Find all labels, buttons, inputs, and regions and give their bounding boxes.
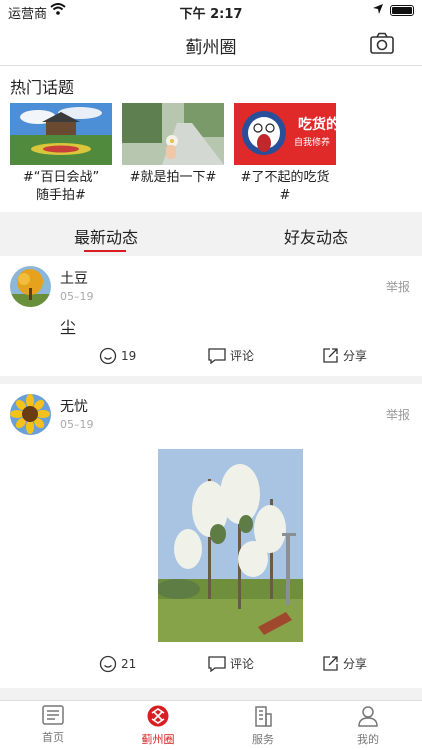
circle-logo-icon	[147, 705, 169, 727]
avatar[interactable]	[10, 266, 51, 307]
like-button[interactable]: 19	[99, 347, 136, 365]
post-date: 05–19	[60, 290, 94, 303]
tab-mine-label: 我的	[357, 733, 379, 746]
camera-icon[interactable]	[370, 32, 394, 54]
post-text: 尘	[60, 318, 77, 337]
status-bar: 运营商 下午 2:17	[0, 0, 422, 22]
location-arrow-icon	[373, 4, 383, 14]
like-count: 21	[121, 657, 137, 671]
comment-icon	[208, 655, 226, 672]
author-name[interactable]: 土豆	[60, 268, 88, 288]
topic-caption-2-line1: #就是拍一下#	[129, 170, 217, 185]
battery-icon	[390, 5, 414, 16]
like-button[interactable]: 21	[99, 655, 136, 673]
post-actions: 21 评论 分享	[0, 655, 422, 675]
report-button[interactable]: 举报	[386, 406, 410, 423]
comment-button[interactable]: 评论	[208, 655, 254, 672]
active-tab-indicator	[84, 250, 126, 252]
comment-label: 评论	[230, 349, 255, 363]
topic-caption-1-line1: #“百日会战”	[22, 170, 100, 185]
post-card-2: 无忧 05–19 举报 21 评论 分享	[0, 384, 422, 688]
tab-circle[interactable]: 蓟州圈	[128, 705, 188, 747]
share-icon	[323, 656, 338, 671]
tab-friends[interactable]: 好友动态	[284, 224, 348, 248]
topic-caption-3-line1: #了不起的吃货 #	[240, 170, 330, 203]
report-button[interactable]: 举报	[386, 278, 410, 295]
bottom-tab-bar: 首页 蓟州圈 服务 我的	[0, 700, 422, 750]
smile-icon	[99, 655, 117, 673]
share-icon	[323, 348, 338, 363]
page-title: 蓟州圈	[185, 38, 237, 58]
tab-service[interactable]: 服务	[233, 705, 293, 747]
clock: 下午 2:17	[179, 7, 243, 22]
comment-button[interactable]: 评论	[208, 347, 254, 364]
nav-bar: 蓟州圈	[0, 22, 422, 66]
user-icon	[358, 706, 378, 727]
tab-mine[interactable]: 我的	[338, 705, 398, 747]
tab-latest[interactable]: 最新动态	[74, 224, 138, 248]
like-count: 19	[121, 349, 137, 363]
hot-topics-section: 热门话题 #“百日会战” 随手拍# #就是拍一下# 吃货的 自我修养 #了不起的…	[0, 66, 422, 212]
tab-circle-label: 蓟州圈	[141, 733, 175, 746]
poster-text-2: 自我修养	[294, 136, 330, 148]
share-button[interactable]: 分享	[322, 655, 367, 672]
post-card-1: 土豆 05–19 举报 尘 19 评论 分享	[0, 256, 422, 376]
comment-icon	[208, 347, 226, 364]
share-button[interactable]: 分享	[322, 347, 367, 364]
post-date: 05–19	[60, 418, 94, 431]
tab-service-label: 服务	[252, 733, 274, 746]
topic-card-2[interactable]: #就是拍一下#	[122, 103, 224, 187]
hot-topics-heading: 热门话题	[10, 78, 75, 97]
tab-home-label: 首页	[42, 731, 64, 744]
building-icon	[255, 706, 272, 727]
share-label: 分享	[343, 657, 368, 671]
tab-home[interactable]: 首页	[23, 705, 83, 745]
poster-text-1: 吃货的	[298, 116, 336, 133]
post-actions: 19 评论 分享	[0, 347, 422, 367]
share-label: 分享	[343, 349, 368, 363]
author-name[interactable]: 无忧	[60, 396, 88, 416]
home-list-icon	[42, 705, 64, 725]
topic-image-2	[122, 103, 224, 165]
comment-label: 评论	[230, 657, 255, 671]
topic-caption-1-line2: 随手拍#	[36, 188, 86, 203]
avatar[interactable]	[10, 394, 51, 435]
topic-image-3: 吃货的 自我修养	[234, 103, 336, 165]
topic-card-3[interactable]: 吃货的 自我修养 #了不起的吃货 #	[234, 103, 336, 205]
topic-image-1	[10, 103, 112, 165]
topic-card-1[interactable]: #“百日会战” 随手拍#	[10, 103, 112, 205]
smile-icon	[99, 347, 117, 365]
post-image[interactable]	[158, 449, 303, 642]
feed-tabs: 最新动态 好友动态	[0, 212, 422, 256]
